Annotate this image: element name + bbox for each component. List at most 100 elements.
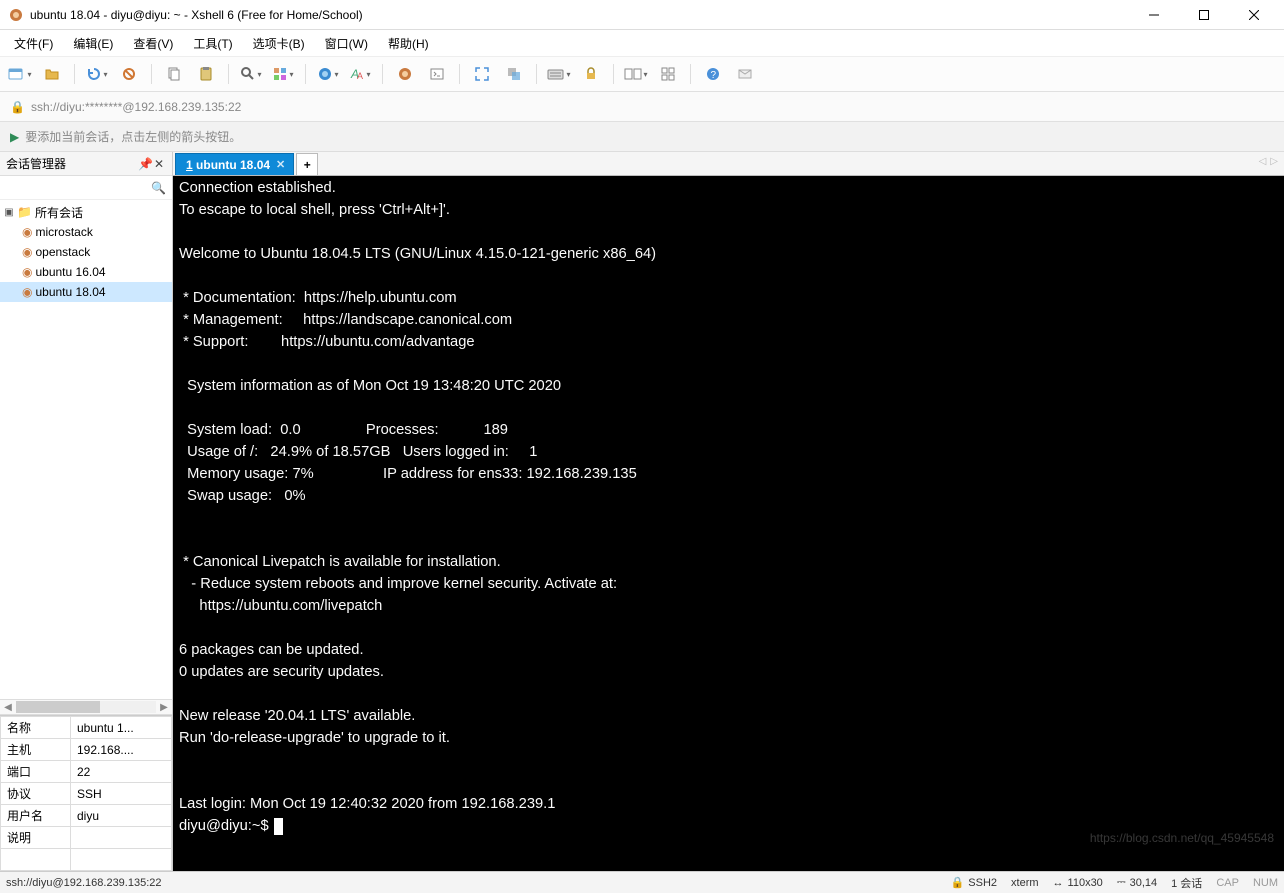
status-termtype: xterm <box>1011 877 1039 889</box>
status-caps: CAP <box>1216 877 1239 889</box>
status-session-count: 1 会话 <box>1171 875 1202 891</box>
separator <box>613 64 614 84</box>
prop-key: 名称 <box>1 717 71 739</box>
maximize-button[interactable] <box>1190 5 1218 25</box>
panel-header: 会话管理器 📌 ✕ <box>0 152 172 176</box>
horizontal-scrollbar[interactable]: ◀ ▶ <box>0 699 172 715</box>
tab-close-button[interactable]: ✕ <box>276 158 285 171</box>
session-icon: ◉ <box>22 285 32 299</box>
session-item-openstack[interactable]: ◉ openstack <box>0 242 172 262</box>
menu-edit[interactable]: 编辑(E) <box>65 32 121 55</box>
scroll-right-button[interactable]: ▶ <box>156 702 172 713</box>
svg-text:A: A <box>357 71 363 81</box>
address-bar: 🔒 ssh://diyu:********@192.168.239.135:22 <box>0 92 1284 122</box>
menu-bar: 文件(F) 编辑(E) 查看(V) 工具(T) 选项卡(B) 窗口(W) 帮助(… <box>0 30 1284 56</box>
session-label: openstack <box>35 245 90 259</box>
prop-row-host: 主机192.168.... <box>1 739 172 761</box>
tab-nav: ◁ ▷ <box>1259 156 1278 167</box>
color-scheme-button[interactable] <box>316 62 340 86</box>
tab-prev-button[interactable]: ◁ <box>1259 156 1267 167</box>
tree-root[interactable]: ▣ 📁 所有会话 <box>0 202 172 222</box>
menu-file[interactable]: 文件(F) <box>6 32 61 55</box>
pin-button[interactable]: 📌 <box>138 157 152 171</box>
session-item-ubuntu18[interactable]: ◉ ubuntu 18.04 <box>0 282 172 302</box>
tab-add-button[interactable]: + <box>296 153 318 175</box>
prop-value: 22 <box>71 761 172 783</box>
xagent-button[interactable] <box>393 62 417 86</box>
copy-button[interactable] <box>162 62 186 86</box>
prop-key: 主机 <box>1 739 71 761</box>
status-protocol: 🔒SSH2 <box>951 876 997 889</box>
status-cursor-pos: ⎓30,14 <box>1117 876 1157 889</box>
scroll-track[interactable] <box>16 701 156 713</box>
hint-text: 要添加当前会话，点击左侧的箭头按钮。 <box>25 128 241 145</box>
prop-row-port: 端口22 <box>1 761 172 783</box>
separator <box>151 64 152 84</box>
session-item-ubuntu16[interactable]: ◉ ubuntu 16.04 <box>0 262 172 282</box>
panel-search: 🔍 <box>0 176 172 200</box>
separator <box>690 64 691 84</box>
close-button[interactable] <box>1240 5 1268 25</box>
lock-button[interactable] <box>579 62 603 86</box>
svg-text:?: ? <box>711 70 717 81</box>
properties-button[interactable] <box>271 62 295 86</box>
find-button[interactable] <box>239 62 263 86</box>
open-button[interactable] <box>40 62 64 86</box>
prop-row-username: 用户名diyu <box>1 805 172 827</box>
menu-help[interactable]: 帮助(H) <box>380 32 437 55</box>
menu-tabs[interactable]: 选项卡(B) <box>245 32 313 55</box>
window-controls <box>1140 5 1276 25</box>
status-connection: ssh://diyu@192.168.239.135:22 <box>6 877 162 889</box>
layout-button[interactable] <box>624 62 648 86</box>
lock-icon: 🔒 <box>951 876 965 889</box>
toolbar: AA ? <box>0 56 1284 92</box>
app-icon <box>8 7 24 23</box>
reconnect-button[interactable] <box>85 62 109 86</box>
scroll-left-button[interactable]: ◀ <box>0 702 16 713</box>
prop-value: ubuntu 1... <box>71 717 172 739</box>
status-size: ↔110x30 <box>1053 877 1103 889</box>
prop-value: SSH <box>71 783 172 805</box>
session-manager-panel: 会话管理器 📌 ✕ 🔍 ▣ 📁 所有会话 ◉ microstack ◉ open… <box>0 152 173 871</box>
font-button[interactable]: AA <box>348 62 372 86</box>
menu-window[interactable]: 窗口(W) <box>317 32 376 55</box>
minimize-button[interactable] <box>1140 5 1168 25</box>
address-text[interactable]: ssh://diyu:********@192.168.239.135:22 <box>31 100 241 114</box>
prop-key: 协议 <box>1 783 71 805</box>
prop-key: 端口 <box>1 761 71 783</box>
scroll-thumb[interactable] <box>16 701 100 713</box>
resize-icon: ↔ <box>1053 877 1064 889</box>
transparency-button[interactable] <box>502 62 526 86</box>
tile-button[interactable] <box>656 62 680 86</box>
keyboard-button[interactable] <box>547 62 571 86</box>
new-session-button[interactable] <box>8 62 32 86</box>
tab-next-button[interactable]: ▷ <box>1270 156 1278 167</box>
tab-ubuntu18[interactable]: 1 ubuntu 18.04 ✕ <box>175 153 294 175</box>
panel-title: 会话管理器 <box>6 155 138 172</box>
separator <box>74 64 75 84</box>
session-icon: ◉ <box>22 225 32 239</box>
run-script-button[interactable] <box>425 62 449 86</box>
prop-key: 用户名 <box>1 805 71 827</box>
session-label: microstack <box>35 225 92 239</box>
session-item-microstack[interactable]: ◉ microstack <box>0 222 172 242</box>
search-icon[interactable]: 🔍 <box>151 181 166 195</box>
help-button[interactable]: ? <box>701 62 725 86</box>
disconnect-button[interactable] <box>117 62 141 86</box>
separator <box>536 64 537 84</box>
menu-tools[interactable]: 工具(T) <box>185 32 240 55</box>
paste-button[interactable] <box>194 62 218 86</box>
prop-value <box>71 827 172 849</box>
menu-view[interactable]: 查看(V) <box>125 32 181 55</box>
title-bar: ubuntu 18.04 - diyu@diyu: ~ - Xshell 6 (… <box>0 0 1284 30</box>
terminal[interactable]: Connection established. To escape to loc… <box>173 176 1284 871</box>
tab-label: ubuntu 18.04 <box>196 158 270 172</box>
session-tree[interactable]: ▣ 📁 所有会话 ◉ microstack ◉ openstack ◉ ubun… <box>0 200 172 699</box>
compose-button[interactable] <box>733 62 757 86</box>
hint-bar: ▶ 要添加当前会话，点击左侧的箭头按钮。 <box>0 122 1284 152</box>
session-label: ubuntu 16.04 <box>35 265 105 279</box>
expand-icon[interactable]: ▣ <box>4 207 14 218</box>
panel-close-button[interactable]: ✕ <box>152 157 166 171</box>
fullscreen-button[interactable] <box>470 62 494 86</box>
status-bar: ssh://diyu@192.168.239.135:22 🔒SSH2 xter… <box>0 871 1284 893</box>
